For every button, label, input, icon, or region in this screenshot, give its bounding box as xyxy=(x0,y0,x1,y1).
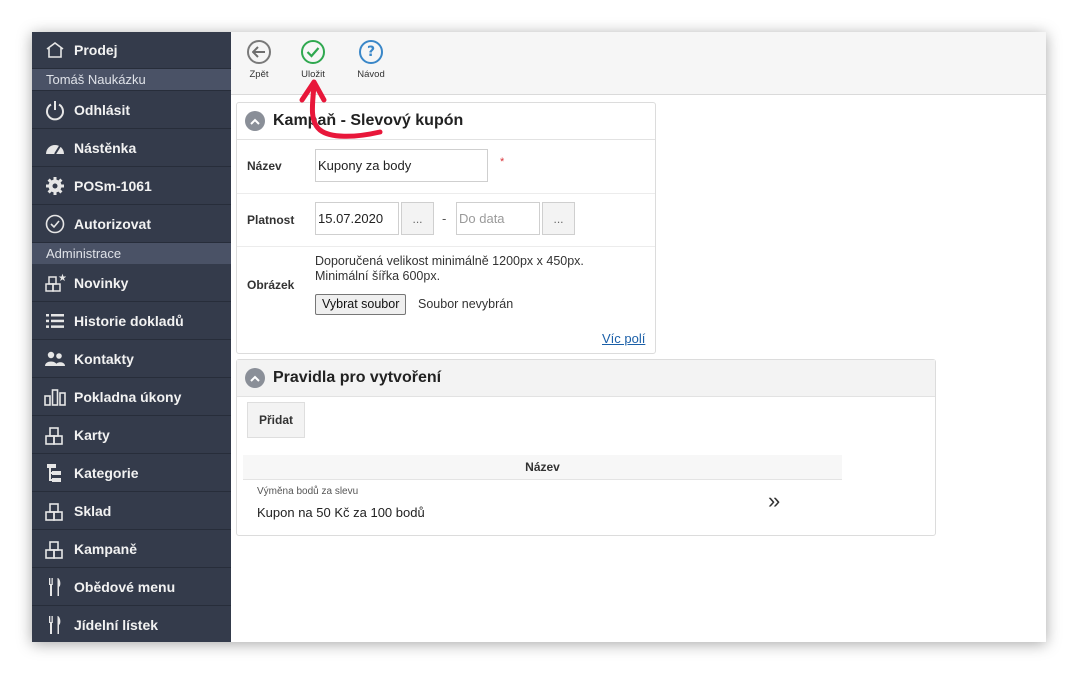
more-fields-link[interactable]: Víc polí xyxy=(602,331,645,346)
gear-icon xyxy=(44,175,66,197)
image-row: Obrázek Doporučená velikost minimálně 12… xyxy=(237,246,655,354)
image-hint: Doporučená velikost minimálně 1200px x 4… xyxy=(315,254,584,284)
sidebar-item-label: Sklad xyxy=(74,502,112,519)
sidebar-item-label: Odhlásit xyxy=(74,101,131,118)
rule-name: Kupon na 50 Kč za 100 bodů xyxy=(257,505,425,520)
sidebar-item-historie[interactable]: Historie dokladů xyxy=(32,302,231,340)
sidebar-item-label: Pokladna úkony xyxy=(74,388,182,405)
boxes-icon xyxy=(44,500,66,522)
users-icon xyxy=(44,348,66,370)
sidebar-item-autorizovat[interactable]: Autorizovat xyxy=(32,205,231,243)
rule-subtitle: Výměna bodů za slevu xyxy=(257,486,359,497)
app-window: Prodej Tomáš Naukázku Odhlásit Nástěnka … xyxy=(32,32,1046,642)
arrow-left-icon xyxy=(247,40,271,64)
validity-label: Platnost xyxy=(247,213,295,227)
sidebar-item-label: POSm-1061 xyxy=(74,177,152,194)
rules-panel: Pravidla pro vytvoření Přidat Název Výmě… xyxy=(236,359,936,536)
back-label: Zpět xyxy=(249,69,269,80)
name-row: Název Kupony za body * xyxy=(237,140,655,194)
sidebar-item-label: Autorizovat xyxy=(74,215,151,232)
sidebar-item-odhlasit[interactable]: Odhlásit xyxy=(32,91,231,129)
chevron-up-icon[interactable] xyxy=(245,368,265,388)
sidebar-item-kontakty[interactable]: Kontakty xyxy=(32,340,231,378)
add-rule-button[interactable]: Přidat xyxy=(247,402,305,438)
name-label: Název xyxy=(247,159,282,173)
cutlery-icon xyxy=(44,576,66,598)
date-to-input[interactable]: Do data xyxy=(456,202,540,235)
sidebar-item-label: Kontakty xyxy=(74,350,134,367)
bars-icon xyxy=(44,386,66,408)
sidebar-item-sklad[interactable]: Sklad xyxy=(32,492,231,530)
boxes-star-icon: ★ xyxy=(44,272,66,294)
home-icon xyxy=(44,39,66,61)
sidebar-item-label: Jídelní lístek xyxy=(74,617,159,633)
name-input[interactable]: Kupony za body xyxy=(315,149,488,182)
back-button[interactable]: Zpět xyxy=(237,40,281,80)
sidebar-item-label: Novinky xyxy=(74,274,129,291)
date-from-picker-button[interactable]: ... xyxy=(401,202,434,235)
question-icon: ? xyxy=(359,40,383,64)
sidebar-item-label: Nástěnka xyxy=(74,139,137,156)
sidebar-item-novinky[interactable]: ★ Novinky xyxy=(32,264,231,302)
sidebar-item-posm[interactable]: POSm-1061 xyxy=(32,167,231,205)
tree-icon xyxy=(44,462,66,484)
sidebar: Prodej Tomáš Naukázku Odhlásit Nástěnka … xyxy=(32,32,231,642)
sidebar-item-obedove-menu[interactable]: Obědové menu xyxy=(32,568,231,606)
sidebar-item-label: Kampaně xyxy=(74,540,138,557)
cutlery-icon xyxy=(44,614,66,636)
sidebar-item-label: Obědové menu xyxy=(74,578,176,595)
required-mark: * xyxy=(500,156,505,168)
image-hint-size: Doporučená velikost minimálně 1200px x 4… xyxy=(315,254,584,268)
list-icon xyxy=(44,310,66,332)
image-hint-width: Minimální šířka 600px. xyxy=(315,269,441,283)
boxes-icon xyxy=(44,538,66,560)
sidebar-item-label: Kategorie xyxy=(74,464,139,481)
power-icon xyxy=(44,99,66,121)
rules-panel-header[interactable]: Pravidla pro vytvoření xyxy=(237,360,935,397)
sidebar-item-label: Karty xyxy=(74,426,110,443)
file-status: Soubor nevybrán xyxy=(418,297,514,311)
chevrons-right-icon[interactable]: » xyxy=(768,488,780,514)
section-administrace: Administrace xyxy=(32,243,231,264)
dashboard-icon xyxy=(44,137,66,159)
sidebar-item-karty[interactable]: Karty xyxy=(32,416,231,454)
svg-text:★: ★ xyxy=(58,273,66,284)
table-row[interactable]: Výměna bodů za slevu Kupon na 50 Kč za 1… xyxy=(243,480,842,524)
choose-file-button[interactable]: Vybrat soubor xyxy=(315,294,407,315)
date-from-input[interactable]: 15.07.2020 xyxy=(315,202,399,235)
chevron-up-icon[interactable] xyxy=(245,111,265,131)
rules-panel-title: Pravidla pro vytvoření xyxy=(273,369,442,386)
boxes-icon xyxy=(44,424,66,446)
save-button[interactable]: Uložit xyxy=(291,40,335,80)
sidebar-item-pokladna[interactable]: Pokladna úkony xyxy=(32,378,231,416)
check-circle-icon xyxy=(44,213,66,235)
check-icon xyxy=(301,40,325,64)
user-name: Tomáš Naukázku xyxy=(32,69,231,91)
sidebar-item-nastenka[interactable]: Nástěnka xyxy=(32,129,231,167)
date-separator: - xyxy=(442,211,447,226)
date-to-picker-button[interactable]: ... xyxy=(542,202,575,235)
sidebar-item-label: Prodej xyxy=(74,42,118,58)
sidebar-item-jidelni-listek[interactable]: Jídelní lístek xyxy=(32,606,231,642)
table-header-name: Název xyxy=(243,455,842,480)
image-label: Obrázek xyxy=(247,278,295,292)
sidebar-item-kategorie[interactable]: Kategorie xyxy=(32,454,231,492)
validity-row: Platnost 15.07.2020 ... - Do data ... xyxy=(237,193,655,247)
annotation-arrow xyxy=(299,79,383,139)
sidebar-item-prodej[interactable]: Prodej xyxy=(32,32,231,69)
sidebar-item-kampane[interactable]: Kampaně xyxy=(32,530,231,568)
sidebar-item-label: Historie dokladů xyxy=(74,312,184,329)
help-button[interactable]: ? Návod xyxy=(349,40,393,80)
